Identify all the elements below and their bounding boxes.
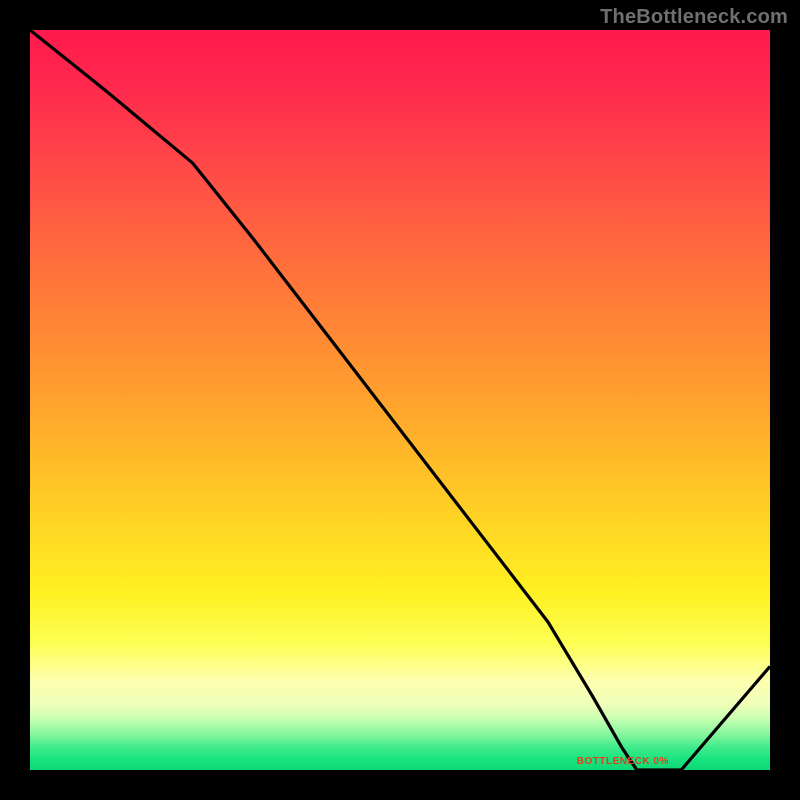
- watermark-text: TheBottleneck.com: [600, 6, 788, 29]
- min-bottleneck-label: BOTTLENECK 0%: [577, 756, 669, 767]
- bottleneck-curve: [30, 30, 770, 770]
- plot-frame: BOTTLENECK 0%: [30, 30, 770, 770]
- chart-container: TheBottleneck.com BOTTLENECK 0%: [0, 0, 800, 800]
